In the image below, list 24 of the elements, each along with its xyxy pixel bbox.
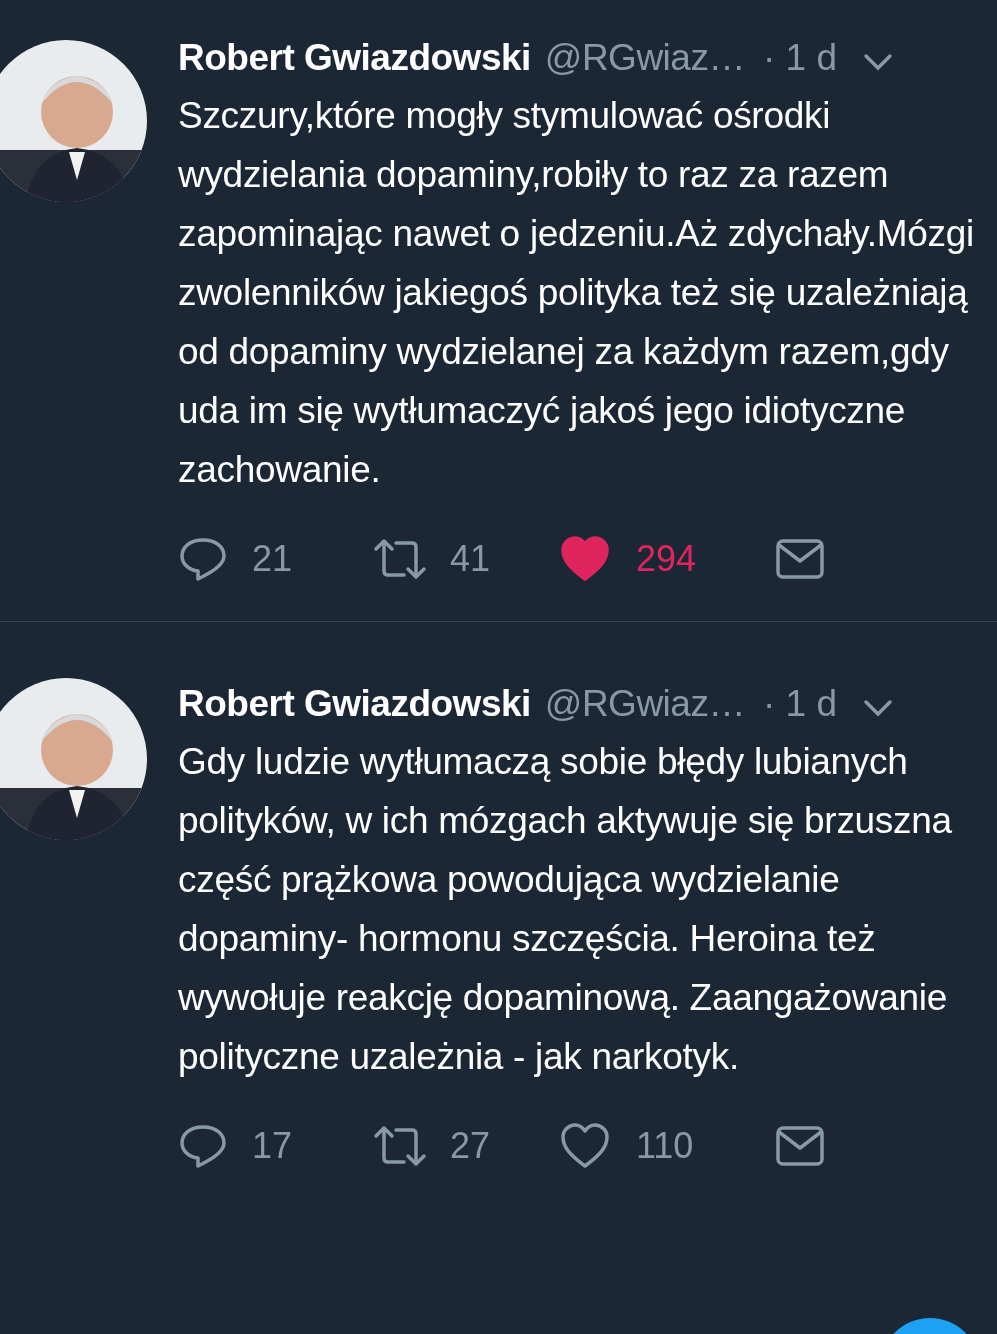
heart-icon[interactable] [560,536,610,582]
tweet-time: · 1 d [762,682,837,727]
author-handle: @RGwiaz… [544,682,745,727]
tweet-text: Gdy ludzie wytłumaczą sobie błędy lubianych polityków, w ich mózgach aktywuje się brzuszna część prążkowa powodująca wydzielanie dopaminy- hormonu szczęścia. Heroina też wywołuje reakcję dopaminową. Zaangażowanie polityczne uzależnia - jak narkotyk. [178,740,953,1079]
like-count: 110 [636,1124,695,1168]
retweet-count: 27 [450,1124,492,1168]
mail-icon[interactable] [776,539,824,579]
tweet-time: · 1 d [762,36,837,81]
reply-icon[interactable] [178,536,228,582]
retweet-icon[interactable] [372,537,428,581]
retweet-count: 41 [450,537,492,581]
heart-icon[interactable] [560,1123,610,1169]
chevron-down-icon[interactable] [862,699,893,717]
chevron-down-icon[interactable] [862,53,893,71]
tweet-text: Szczury,które mogły stymulować ośrodki wydzielania dopaminy,robiły to raz za razem zapominając nawet o jedzeniu.Aż zdychały.Mózgi zwolenników jakiegoś polityka też się uzależniają od dopaminy wydzielanej za każdym razem,gdy uda im się wytłumaczyć jakoś jego idiotyczne zachowanie. [178,94,975,492]
reply-count: 21 [252,537,294,581]
mail-icon[interactable] [776,1126,824,1166]
like-count: 294 [636,537,698,581]
author-name[interactable]: Robert Gwiazdowski [178,676,531,732]
retweet-icon[interactable] [372,1124,428,1168]
author-name[interactable]: Robert Gwiazdowski [178,30,531,86]
reply-icon[interactable] [178,1123,228,1169]
author-handle: @RGwiaz… [544,36,745,81]
reply-count: 17 [252,1124,294,1168]
